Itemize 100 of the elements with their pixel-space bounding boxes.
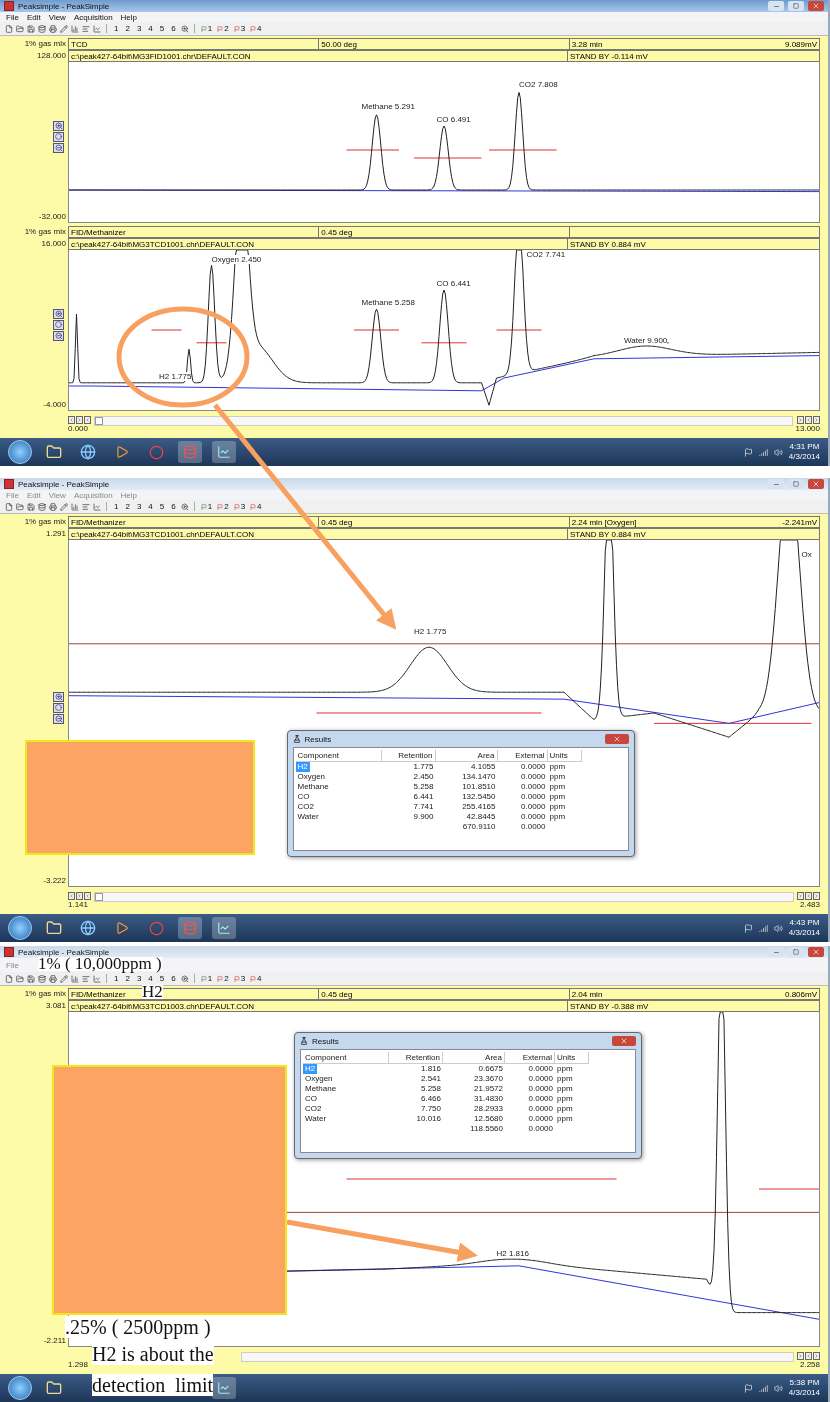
open-folder-icon[interactable] <box>16 24 24 33</box>
column-header[interactable]: Units <box>547 750 582 763</box>
row-name[interactable]: Oxygen <box>303 1074 335 1085</box>
list-icon[interactable] <box>82 502 90 511</box>
channel-number-button[interactable]: 2 <box>123 502 132 511</box>
close-button[interactable] <box>808 1 824 11</box>
flag-icon[interactable] <box>743 1383 753 1393</box>
bar-chart-icon[interactable] <box>71 974 79 983</box>
scrollbar[interactable] <box>94 892 794 902</box>
open-folder-icon[interactable] <box>16 974 24 983</box>
pencil-icon[interactable] <box>60 24 68 33</box>
zoom-out-button[interactable] <box>53 713 64 724</box>
menu-item[interactable]: File <box>6 12 19 22</box>
database-icon[interactable] <box>38 24 46 33</box>
zoom-out-button[interactable] <box>53 330 64 341</box>
new-file-icon[interactable] <box>5 24 13 33</box>
channel-number-button[interactable]: 1 <box>112 502 121 511</box>
row-name[interactable]: CO2 <box>303 1104 324 1115</box>
scroll-left-button[interactable] <box>84 892 91 900</box>
line-chart-icon[interactable] <box>93 24 101 33</box>
pencil-icon[interactable] <box>60 502 68 511</box>
channel-button[interactable]: 1 <box>199 974 214 983</box>
channel-number-button[interactable]: 2 <box>123 24 132 33</box>
minimize-button[interactable] <box>768 1 784 11</box>
scroll-left-button[interactable] <box>805 416 812 424</box>
channel-number-button[interactable]: 3 <box>134 24 144 33</box>
save-icon[interactable] <box>27 502 35 511</box>
zoom-out-button[interactable] <box>53 142 64 153</box>
channel-number-button[interactable]: 1 <box>112 974 121 983</box>
channel-number-button[interactable]: 6 <box>169 24 178 33</box>
menu-item[interactable]: Edit <box>26 490 41 500</box>
bar-chart-icon[interactable] <box>71 24 79 33</box>
scroll-right-button[interactable] <box>813 1352 820 1360</box>
clock[interactable]: 5:38 PM 4/3/2014 <box>788 1378 820 1398</box>
channel-button[interactable]: 3 <box>232 502 247 511</box>
channel-button[interactable]: 4 <box>249 974 263 983</box>
channel-number-button[interactable]: 2 <box>123 974 132 983</box>
channel-number-button[interactable]: 5 <box>157 974 167 983</box>
zoom-in-button[interactable] <box>53 691 64 702</box>
scroll-right-button[interactable] <box>797 416 804 424</box>
volume-icon[interactable] <box>773 923 783 933</box>
signal-icon[interactable] <box>758 1383 768 1393</box>
row-name[interactable]: Methane <box>303 1084 339 1095</box>
scroll-thumb[interactable] <box>95 893 103 901</box>
scroll-left-button[interactable] <box>805 1352 812 1360</box>
new-file-icon[interactable] <box>5 974 13 983</box>
open-folder-icon[interactable] <box>16 502 24 511</box>
scroll-right-button[interactable] <box>797 1352 804 1360</box>
column-header[interactable]: Retention <box>389 1052 443 1065</box>
channel-button[interactable]: 4 <box>249 502 263 511</box>
start-button[interactable] <box>8 1376 32 1400</box>
row-name[interactable]: CO2 <box>295 802 316 813</box>
channel-button[interactable]: 3 <box>232 974 247 983</box>
list-icon[interactable] <box>82 974 90 983</box>
flag-icon[interactable] <box>743 447 753 457</box>
zoom-in-button[interactable] <box>53 120 64 131</box>
scroll-left-button[interactable] <box>84 416 91 424</box>
row-name[interactable]: CO <box>303 1094 319 1105</box>
channel-button[interactable]: 2 <box>216 974 230 983</box>
scroll-left-button[interactable] <box>805 892 812 900</box>
menu-item[interactable]: Acquisition <box>73 12 113 22</box>
channel-number-button[interactable]: 3 <box>134 974 144 983</box>
flag-icon[interactable] <box>743 923 753 933</box>
zoom-icon[interactable] <box>180 974 189 983</box>
channel-number-button[interactable]: 4 <box>146 502 155 511</box>
scroll-right-button[interactable] <box>797 892 804 900</box>
row-name[interactable]: Water <box>295 812 321 823</box>
database-icon[interactable] <box>38 974 46 983</box>
channel-button[interactable]: 1 <box>199 24 214 33</box>
channel-number-button[interactable]: 3 <box>134 502 144 511</box>
save-icon[interactable] <box>27 974 35 983</box>
channel-number-button[interactable]: 4 <box>146 974 155 983</box>
signal-icon[interactable] <box>758 923 768 933</box>
row-name[interactable]: Methane <box>295 782 331 793</box>
row-name[interactable]: Water <box>303 1114 329 1125</box>
signal-icon[interactable] <box>758 447 768 457</box>
column-header[interactable]: Area <box>435 750 498 763</box>
scroll-thumb[interactable] <box>95 417 103 425</box>
column-header[interactable]: Retention <box>381 750 436 763</box>
close-button[interactable] <box>808 479 824 489</box>
chart-icon[interactable] <box>212 1377 236 1399</box>
channel-number-button[interactable]: 4 <box>146 24 155 33</box>
zoom-reset-button[interactable] <box>53 319 64 330</box>
minimize-button[interactable] <box>768 947 784 957</box>
save-icon[interactable] <box>27 24 35 33</box>
list-icon[interactable] <box>82 24 90 33</box>
channel-button[interactable]: 3 <box>232 24 247 33</box>
minimize-button[interactable] <box>768 479 784 489</box>
scroll-right-button[interactable] <box>76 416 83 424</box>
database-icon[interactable] <box>38 502 46 511</box>
row-name[interactable]: Oxygen <box>295 772 328 783</box>
print-icon[interactable] <box>49 24 57 33</box>
channel-number-button[interactable]: 5 <box>157 24 167 33</box>
pencil-icon[interactable] <box>60 974 68 983</box>
column-header[interactable]: External <box>497 750 548 763</box>
chart-icon[interactable] <box>212 441 236 463</box>
channel-number-button[interactable]: 1 <box>112 24 121 33</box>
channel-button[interactable]: 1 <box>199 502 214 511</box>
column-header[interactable]: External <box>505 1052 555 1065</box>
channel-number-button[interactable]: 6 <box>169 502 178 511</box>
